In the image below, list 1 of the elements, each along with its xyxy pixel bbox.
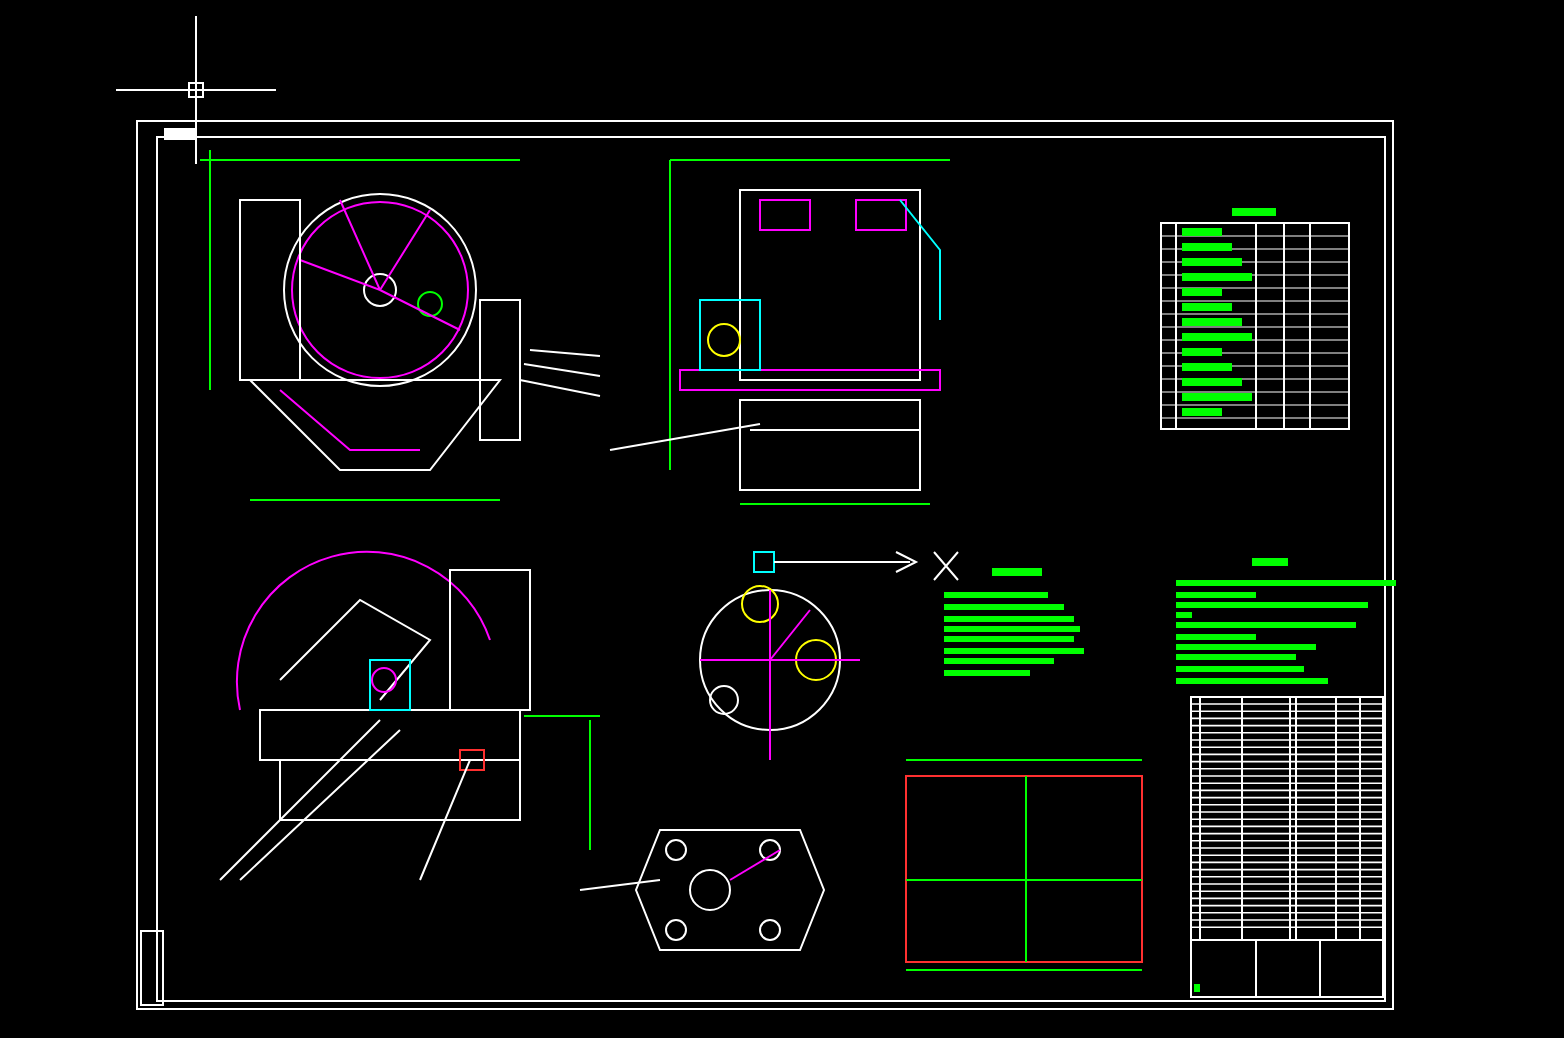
ucs-cross-icon	[933, 551, 959, 581]
